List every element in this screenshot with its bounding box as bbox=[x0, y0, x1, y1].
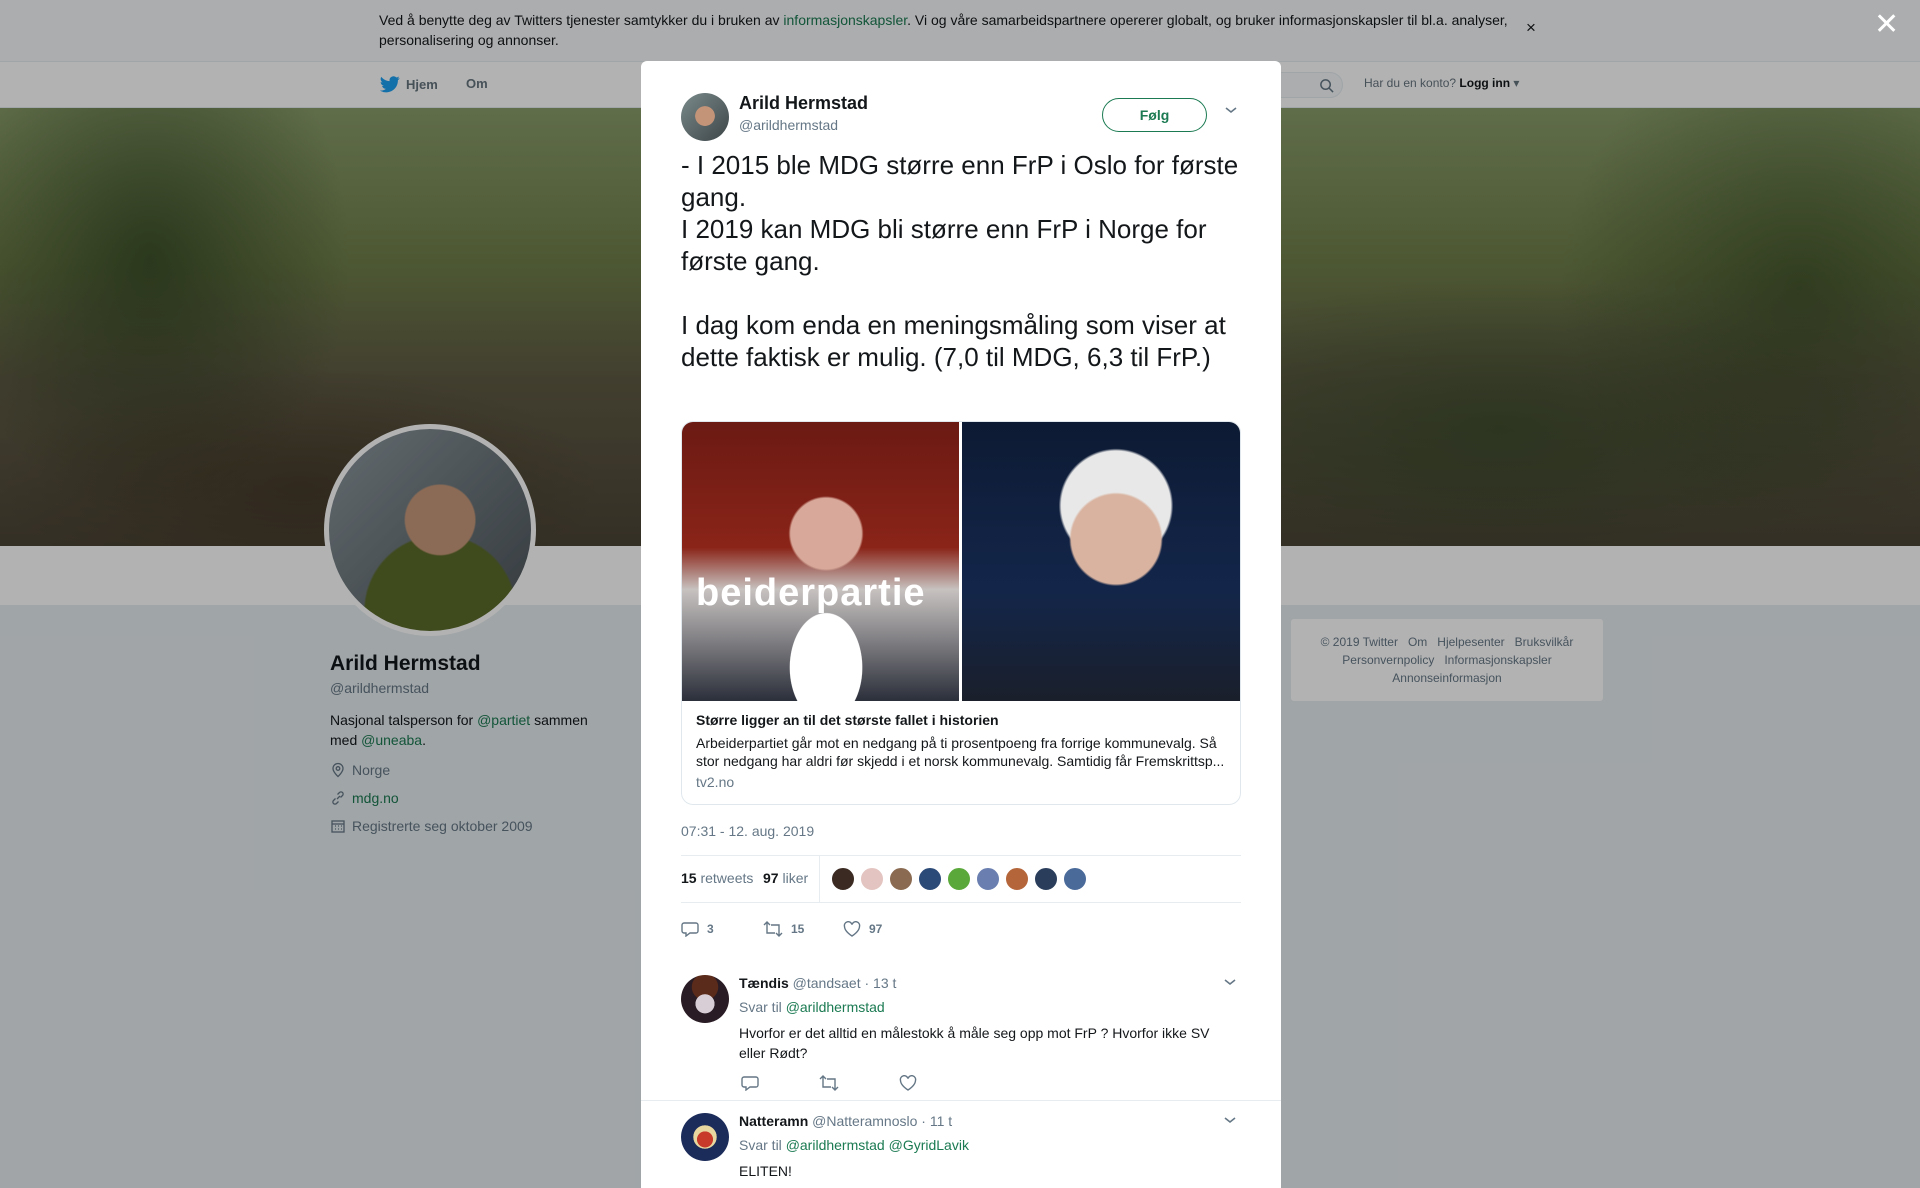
reply-avatar[interactable] bbox=[681, 1113, 729, 1161]
like-button[interactable]: 97 bbox=[843, 921, 882, 937]
reply-icon[interactable] bbox=[741, 1075, 759, 1091]
follow-button[interactable]: Følg bbox=[1102, 98, 1207, 132]
tweet-modal: Arild Hermstad @arildhermstad Følg - I 2… bbox=[641, 61, 1281, 1188]
reply-to-line: Svar til @arildhermstad bbox=[739, 999, 885, 1015]
reply-icon bbox=[681, 922, 699, 937]
close-modal-button[interactable]: ✕ bbox=[1874, 10, 1899, 40]
reply-author-name[interactable]: Tændis bbox=[739, 975, 789, 991]
reply-to-mention[interactable]: @GyridLavik bbox=[889, 1137, 969, 1153]
liker-avatar[interactable] bbox=[1063, 867, 1087, 891]
reply-author-name[interactable]: Natteramn bbox=[739, 1113, 808, 1129]
author-name[interactable]: Arild Hermstad bbox=[739, 93, 868, 114]
tweet-timestamp[interactable]: 07:31 - 12. aug. 2019 bbox=[681, 823, 814, 839]
likes-stat[interactable]: 97 liker bbox=[763, 870, 808, 886]
retweet-icon bbox=[763, 921, 783, 937]
chevron-down-icon[interactable] bbox=[1223, 1115, 1237, 1125]
liker-avatar[interactable] bbox=[1034, 867, 1058, 891]
reply-time[interactable]: · 11 t bbox=[921, 1113, 952, 1129]
chevron-down-icon[interactable] bbox=[1224, 105, 1238, 115]
liker-avatar[interactable] bbox=[976, 867, 1000, 891]
retweets-stat[interactable]: 15 retweets bbox=[681, 870, 753, 886]
author-avatar[interactable] bbox=[681, 93, 729, 141]
reply-text: ELITEN! bbox=[739, 1163, 792, 1179]
stats-divider bbox=[819, 856, 820, 902]
liker-avatar[interactable] bbox=[1005, 867, 1029, 891]
retweet-icon[interactable] bbox=[819, 1075, 839, 1091]
tweet-text: - I 2015 ble MDG større enn FrP i Oslo f… bbox=[681, 150, 1239, 372]
reply-header: Natteramn @Natteramnoslo · 11 t bbox=[739, 1113, 952, 1129]
card-title: Større ligger an til det største fallet … bbox=[696, 712, 999, 728]
card-description: Arbeiderpartiet går mot en nedgang på ti… bbox=[696, 735, 1225, 769]
tweet-stats: 15 retweets 97 liker bbox=[681, 855, 1241, 903]
reply-time[interactable]: · 13 t bbox=[864, 975, 896, 991]
author-handle[interactable]: @arildhermstad bbox=[739, 117, 838, 133]
link-card[interactable]: beiderpartie Større ligger an til det st… bbox=[681, 421, 1241, 805]
liker-avatar[interactable] bbox=[947, 867, 971, 891]
card-image-left: beiderpartie bbox=[682, 422, 959, 701]
liker-avatar[interactable] bbox=[889, 867, 913, 891]
reply-to-mention[interactable]: @arildhermstad bbox=[786, 999, 885, 1015]
reply-author-handle[interactable]: @Natteramnoslo bbox=[812, 1113, 917, 1129]
reply-text: Hvorfor er det alltid en målestokk å mål… bbox=[739, 1025, 1210, 1061]
chevron-down-icon[interactable] bbox=[1223, 977, 1237, 987]
retweet-button[interactable]: 15 bbox=[763, 921, 804, 937]
reply-author-handle[interactable]: @tandsaet bbox=[793, 975, 861, 991]
card-domain: tv2.no bbox=[696, 774, 735, 790]
card-image-banner-text: beiderpartie bbox=[696, 572, 926, 614]
card-image-right bbox=[962, 422, 1240, 701]
reply-avatar[interactable] bbox=[681, 975, 729, 1023]
reply-button[interactable]: 3 bbox=[681, 921, 714, 937]
liker-avatar[interactable] bbox=[860, 867, 884, 891]
heart-icon[interactable] bbox=[899, 1075, 917, 1091]
reply-header: Tændis @tandsaet · 13 t bbox=[739, 975, 896, 991]
reply-divider bbox=[641, 1100, 1281, 1101]
reply-to-mention[interactable]: @arildhermstad bbox=[786, 1137, 885, 1153]
heart-icon bbox=[843, 921, 861, 937]
reply-to-line: Svar til @arildhermstad @GyridLavik bbox=[739, 1137, 969, 1153]
liker-avatar[interactable] bbox=[918, 867, 942, 891]
liker-avatar[interactable] bbox=[831, 867, 855, 891]
